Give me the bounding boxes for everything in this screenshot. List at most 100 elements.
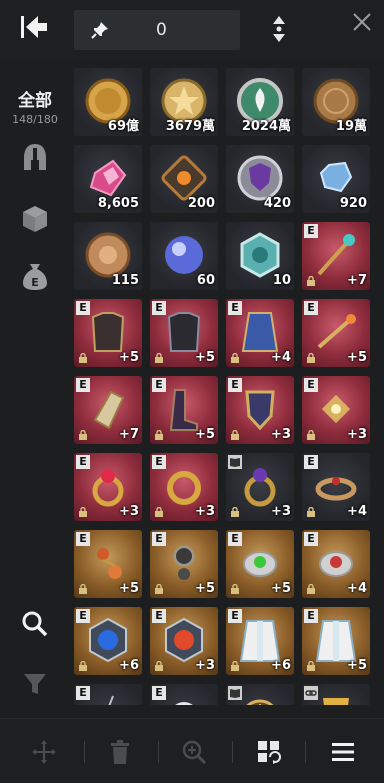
- inventory-slot[interactable]: E +5: [226, 530, 294, 598]
- move-icon[interactable]: [31, 739, 57, 765]
- item-quantity: +5: [347, 350, 367, 365]
- inventory-slot[interactable]: 420: [226, 145, 294, 213]
- inventory-slot[interactable]: E +3: [302, 376, 370, 444]
- trophy-icon: [323, 698, 349, 705]
- inventory-slot[interactable]: E +3: [226, 376, 294, 444]
- equipment-badge: E: [304, 609, 318, 623]
- menu-icon[interactable]: [330, 739, 356, 765]
- equipment-badge: E: [228, 532, 242, 546]
- inventory-slot[interactable]: 10: [226, 222, 294, 290]
- lock-icon: [307, 661, 315, 671]
- divider: [232, 741, 233, 763]
- equipment-badge: E: [304, 455, 318, 469]
- lock-icon: [79, 661, 87, 671]
- category-all-count: 148/180: [12, 113, 58, 126]
- inventory-slot[interactable]: E: [74, 684, 142, 705]
- lock-icon: [231, 584, 239, 594]
- inventory-panel: 0 全部 148/180 E 69億 3679萬 2024萬 19萬 8,605…: [0, 0, 384, 783]
- category-all[interactable]: 全部 148/180: [0, 86, 70, 126]
- item-quantity: 60: [196, 273, 215, 288]
- inventory-slot[interactable]: E +6: [226, 607, 294, 675]
- inventory-slot[interactable]: 115: [74, 222, 142, 290]
- equipment-badge: E: [152, 378, 166, 392]
- inventory-slot[interactable]: +3: [226, 453, 294, 521]
- inventory-slot[interactable]: E +5: [150, 376, 218, 444]
- money-bag-icon[interactable]: E: [20, 260, 50, 292]
- lock-icon: [155, 430, 163, 440]
- inventory-slot[interactable]: E +4: [302, 530, 370, 598]
- equipment-badge: E: [76, 378, 90, 392]
- chain-link-icon: [304, 686, 318, 700]
- item-quantity: 69億: [107, 119, 139, 134]
- inventory-slot[interactable]: 69億: [74, 68, 142, 136]
- inventory-slot[interactable]: E +7: [74, 376, 142, 444]
- inventory-slot[interactable]: E +3: [150, 607, 218, 675]
- top-bar: 0: [0, 0, 384, 58]
- lock-icon: [307, 430, 315, 440]
- item-quantity: +4: [271, 350, 291, 365]
- inventory-slot[interactable]: E +5: [302, 299, 370, 367]
- pinned-filter[interactable]: 0: [74, 10, 240, 50]
- item-quantity: +4: [347, 581, 367, 596]
- inventory-slot[interactable]: E +3: [150, 453, 218, 521]
- lock-icon: [307, 507, 315, 517]
- inventory-slot[interactable]: 19萬: [302, 68, 370, 136]
- inventory-slot[interactable]: E +4: [302, 453, 370, 521]
- item-quantity: 10: [272, 273, 291, 288]
- inventory-slot[interactable]: E +5: [150, 530, 218, 598]
- item-quantity: +5: [195, 350, 215, 365]
- item-quantity: +3: [119, 504, 139, 519]
- lock-icon: [307, 353, 315, 363]
- orb-white-icon: [175, 702, 193, 705]
- item-quantity: +3: [195, 658, 215, 673]
- inventory-slot[interactable]: E: [150, 684, 218, 705]
- search-icon[interactable]: [20, 608, 50, 640]
- inventory-slot[interactable]: 60: [150, 222, 218, 290]
- inventory-slot[interactable]: E +6: [74, 607, 142, 675]
- inventory-slot[interactable]: 8,605: [74, 145, 142, 213]
- inventory-slot[interactable]: 2024萬: [226, 68, 294, 136]
- inventory-slot[interactable]: E +5: [150, 299, 218, 367]
- divider: [84, 741, 85, 763]
- pin-icon: [91, 22, 108, 39]
- filter-icon[interactable]: [20, 668, 50, 700]
- trash-icon[interactable]: [107, 739, 133, 765]
- equipment-badge: E: [152, 532, 166, 546]
- helmet-icon[interactable]: [20, 142, 50, 174]
- book-icon: [228, 455, 242, 469]
- inventory-slot[interactable]: E +4: [226, 299, 294, 367]
- inventory-slot[interactable]: E +3: [74, 453, 142, 521]
- box-icon[interactable]: [20, 203, 50, 235]
- lock-icon: [155, 661, 163, 671]
- inventory-slot[interactable]: E +5: [74, 299, 142, 367]
- divider: [158, 741, 159, 763]
- equipment-badge: E: [304, 224, 318, 238]
- close-icon[interactable]: [350, 10, 374, 34]
- inventory-slot[interactable]: [302, 684, 370, 705]
- inventory-slot[interactable]: 3679萬: [150, 68, 218, 136]
- auto-sort-icon[interactable]: [256, 739, 282, 765]
- item-quantity: 920: [339, 196, 367, 211]
- collapse-left-icon[interactable]: [18, 12, 50, 42]
- svg-text:E: E: [31, 276, 39, 289]
- sort-icon[interactable]: [268, 14, 290, 44]
- item-quantity: +3: [347, 427, 367, 442]
- zoom-icon[interactable]: [181, 739, 207, 765]
- equipment-badge: E: [76, 301, 90, 315]
- inventory-slot[interactable]: [226, 684, 294, 705]
- item-quantity: +5: [119, 581, 139, 596]
- lock-icon: [79, 353, 87, 363]
- inventory-slot[interactable]: E +7: [302, 222, 370, 290]
- compass-icon: [246, 699, 274, 705]
- pendant-blue-icon: [108, 695, 114, 705]
- inventory-slot[interactable]: 920: [302, 145, 370, 213]
- item-grid: 69億 3679萬 2024萬 19萬 8,605 200 420 920 115 60 10 E +7…: [72, 58, 384, 705]
- inventory-slot[interactable]: E +5: [74, 530, 142, 598]
- lock-icon: [231, 507, 239, 517]
- inventory-slot[interactable]: E +5: [302, 607, 370, 675]
- inventory-slot[interactable]: 200: [150, 145, 218, 213]
- equipment-badge: E: [152, 301, 166, 315]
- item-quantity: +6: [271, 658, 291, 673]
- equipment-badge: E: [152, 455, 166, 469]
- equipment-badge: E: [76, 609, 90, 623]
